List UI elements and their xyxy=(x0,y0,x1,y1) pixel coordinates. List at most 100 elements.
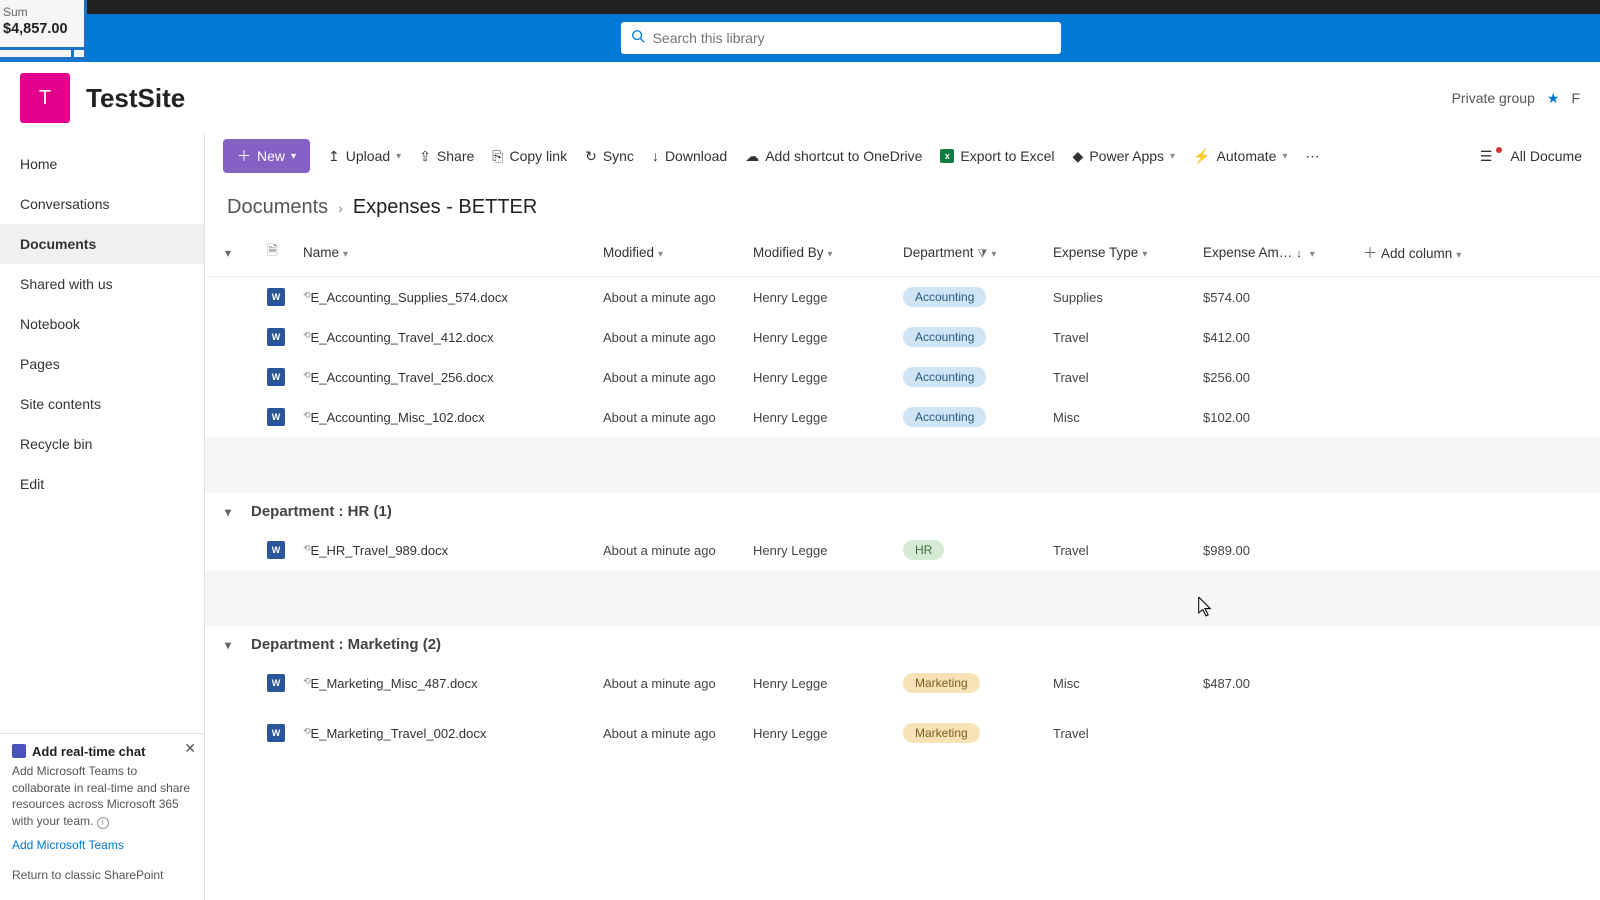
sync-badge-icon: ⟲ xyxy=(303,290,311,300)
cmd-label: Add shortcut to OneDrive xyxy=(765,148,922,164)
cell-modified-by[interactable]: Henry Legge xyxy=(745,397,895,437)
nav-notebook[interactable]: Notebook xyxy=(0,304,204,344)
browser-url-bar xyxy=(0,0,1600,14)
cell-amount: $989.00 xyxy=(1195,530,1355,570)
nav-home[interactable]: Home xyxy=(0,144,204,184)
word-icon: W xyxy=(267,541,285,559)
site-avatar[interactable]: T xyxy=(20,73,70,123)
word-icon: W xyxy=(267,724,285,742)
file-name[interactable]: E_HR_Travel_989.docx xyxy=(311,543,449,558)
sync-badge-icon: ⟲ xyxy=(303,410,311,420)
table-row[interactable]: W ⟲E_Accounting_Travel_256.docx About a … xyxy=(205,357,1600,397)
nav-shared[interactable]: Shared with us xyxy=(0,264,204,304)
copylink-button[interactable]: ⎘Copy link xyxy=(492,148,567,165)
breadcrumb: Documents › Expenses - BETTER xyxy=(205,178,1600,229)
table-row[interactable]: W ⟲E_Accounting_Travel_412.docx About a … xyxy=(205,317,1600,357)
cell-modified-by[interactable]: Henry Legge xyxy=(745,277,895,318)
dept-tag: Marketing xyxy=(903,673,980,693)
cell-type: Supplies xyxy=(1045,277,1195,318)
nav-pages[interactable]: Pages xyxy=(0,344,204,384)
chevron-down-icon: ▾ xyxy=(291,151,296,162)
nav-edit[interactable]: Edit xyxy=(0,464,204,504)
cmd-label: Power Apps xyxy=(1089,148,1164,164)
chevron-down-icon[interactable]: ▾ xyxy=(213,638,243,652)
col-name[interactable]: Name▾ xyxy=(295,229,595,277)
cell-amount: $256.00 xyxy=(1195,357,1355,397)
file-name[interactable]: E_Marketing_Travel_002.docx xyxy=(311,726,487,741)
file-name[interactable]: E_Accounting_Travel_412.docx xyxy=(311,330,494,345)
table-row[interactable]: W ⟲E_Accounting_Misc_102.docx About a mi… xyxy=(205,397,1600,437)
cell-type: Travel xyxy=(1045,357,1195,397)
cell-modified-by[interactable]: Henry Legge xyxy=(745,530,895,570)
search-box[interactable] xyxy=(621,22,1061,54)
word-icon: W xyxy=(267,368,285,386)
col-modified[interactable]: Modified▾ xyxy=(595,229,745,277)
table-row[interactable]: W ⟲E_Accounting_Supplies_574.docx About … xyxy=(205,277,1600,318)
cell-modified-by[interactable]: Henry Legge xyxy=(745,703,895,763)
link-icon: ⎘ xyxy=(492,148,503,165)
cell-modified: About a minute ago xyxy=(595,317,745,357)
teams-promo-link[interactable]: Add Microsoft Teams xyxy=(12,838,192,852)
upload-button[interactable]: ↥Upload▾ xyxy=(328,148,401,165)
automate-button[interactable]: ⚡Automate▾ xyxy=(1193,148,1287,165)
cell-amount: $102.00 xyxy=(1195,397,1355,437)
new-button-label: New xyxy=(257,148,285,164)
view-selector[interactable]: ☰ All Docume xyxy=(1480,148,1582,165)
col-department[interactable]: Department⧩▾ xyxy=(895,229,1045,277)
chevron-down-icon: ▾ xyxy=(1456,250,1461,261)
export-excel-button[interactable]: xExport to Excel xyxy=(940,148,1054,164)
col-expense-type[interactable]: Expense Type▾ xyxy=(1045,229,1195,277)
teams-icon xyxy=(12,744,26,758)
share-button[interactable]: ⇪Share xyxy=(419,148,474,165)
chevron-down-icon[interactable]: ▾ xyxy=(213,505,243,519)
info-icon[interactable]: i xyxy=(97,817,109,829)
search-input[interactable] xyxy=(653,30,1051,46)
nav-documents[interactable]: Documents xyxy=(0,224,204,264)
view-label: All Docume xyxy=(1510,148,1582,164)
chevron-down-icon[interactable]: ▾ xyxy=(213,246,243,260)
sync-icon: ↻ xyxy=(585,148,597,165)
sync-button[interactable]: ↻Sync xyxy=(585,148,634,165)
table-row[interactable]: W ⟲E_Marketing_Misc_487.docx About a min… xyxy=(205,663,1600,703)
cell-modified-by[interactable]: Henry Legge xyxy=(745,663,895,703)
chevron-down-icon: ▾ xyxy=(396,151,401,162)
shortcut-button[interactable]: ☁ Add shortcut to OneDrive xyxy=(745,148,922,165)
onedrive-icon: ☁ xyxy=(745,148,759,165)
download-button[interactable]: ↓Download xyxy=(652,148,727,164)
nav-recyclebin[interactable]: Recycle bin xyxy=(0,424,204,464)
site-title[interactable]: TestSite xyxy=(86,83,185,114)
more-button[interactable]: ⋯ xyxy=(1305,148,1319,165)
table-row[interactable]: W ⟲E_Marketing_Travel_002.docx About a m… xyxy=(205,703,1600,763)
dept-tag: Accounting xyxy=(903,407,986,427)
group-header-hr[interactable]: ▾ Department : HR (1) xyxy=(205,493,1600,530)
close-icon[interactable]: ✕ xyxy=(184,740,196,757)
group-title: Department : HR (1) xyxy=(251,503,392,520)
nav-sitecontents[interactable]: Site contents xyxy=(0,384,204,424)
cell-type: Travel xyxy=(1045,703,1195,763)
col-modified-by[interactable]: Modified By▾ xyxy=(745,229,895,277)
group-header-marketing[interactable]: ▾Department : Marketing (2) xyxy=(205,626,1600,663)
powerapps-button[interactable]: ◆Power Apps▾ xyxy=(1073,148,1176,165)
cell-modified-by[interactable]: Henry Legge xyxy=(745,317,895,357)
col-expense-amount[interactable]: Expense Am…↓▾ xyxy=(1195,229,1355,277)
table-row[interactable]: W ⟲E_HR_Travel_989.docx About a minute a… xyxy=(205,530,1600,570)
star-icon[interactable]: ★ xyxy=(1547,90,1560,107)
sync-badge-icon: ⟲ xyxy=(303,543,311,553)
cell-type: Travel xyxy=(1045,530,1195,570)
new-button[interactable]: ＋ New ▾ xyxy=(223,139,310,173)
file-name[interactable]: E_Accounting_Travel_256.docx xyxy=(311,370,494,385)
cell-modified-by[interactable]: Henry Legge xyxy=(745,357,895,397)
breadcrumb-root[interactable]: Documents xyxy=(227,196,328,219)
add-column[interactable]: ＋Add column▾ xyxy=(1355,229,1600,277)
cell-modified: About a minute ago xyxy=(595,530,745,570)
chevron-down-icon: ▾ xyxy=(1142,249,1147,260)
chevron-down-icon: ▾ xyxy=(658,249,663,260)
cmd-label: Automate xyxy=(1217,148,1277,164)
file-name[interactable]: E_Accounting_Supplies_574.docx xyxy=(311,290,508,305)
nav-conversations[interactable]: Conversations xyxy=(0,184,204,224)
cell-amount: $487.00 xyxy=(1195,663,1355,703)
file-name[interactable]: E_Marketing_Misc_487.docx xyxy=(311,676,478,691)
classic-sharepoint-link[interactable]: Return to classic SharePoint xyxy=(0,858,204,900)
word-icon: W xyxy=(267,408,285,426)
file-name[interactable]: E_Accounting_Misc_102.docx xyxy=(311,410,485,425)
